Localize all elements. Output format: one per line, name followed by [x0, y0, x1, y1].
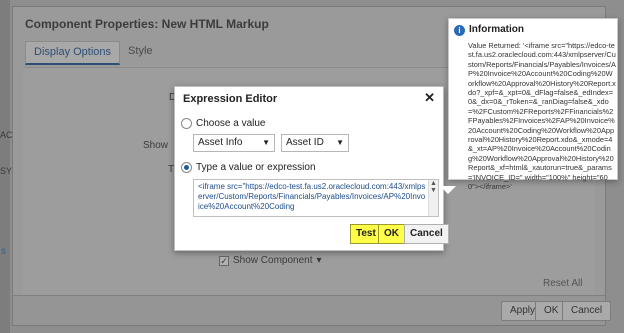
choose-value-radio[interactable] [181, 118, 192, 129]
expression-text: <iframe src="https://edco-test.fa.us2.or… [198, 182, 426, 211]
ok-button[interactable]: OK [378, 224, 405, 244]
dropdown-arrow-icon: ▼ [336, 138, 344, 147]
cancel-button[interactable]: Cancel [404, 224, 449, 244]
reset-all-button[interactable]: Reset All [543, 278, 582, 289]
information-popup: i Information Value Returned: '<iframe s… [448, 18, 618, 191]
asset-info-select[interactable]: Asset Info ▼ [193, 134, 275, 152]
component-properties-footer: Apply OK Cancel [13, 295, 612, 325]
component-properties-title: Component Properties: New HTML Markup [25, 17, 269, 31]
information-text: Value Returned: '<iframe src="https://ed… [468, 41, 616, 192]
chevron-down-icon[interactable]: ▾ [317, 255, 322, 266]
popup-pointer-arrow [440, 186, 456, 194]
choose-value-label: Choose a value [196, 118, 266, 129]
tab-display-options[interactable]: Display Options [25, 41, 121, 65]
show-component-label: Show Component [233, 255, 313, 266]
asset-id-select-value: Asset ID [286, 137, 324, 148]
asset-id-select[interactable]: Asset ID ▼ [281, 134, 349, 152]
background-tab-s[interactable]: s [1, 246, 6, 257]
expression-editor-title: Expression Editor [183, 93, 278, 105]
tab-style[interactable]: Style [120, 41, 160, 65]
type-value-label: Type a value or expression [196, 162, 316, 173]
show-label: Show [143, 140, 169, 151]
dropdown-arrow-icon: ▼ [262, 138, 270, 147]
asset-info-select-value: Asset Info [198, 137, 243, 148]
expression-editor-dialog: Expression Editor ✕ Choose a value Asset… [174, 86, 449, 251]
info-icon: i [454, 25, 465, 36]
show-component-checkbox[interactable]: ✓ [219, 255, 229, 266]
cancel-button[interactable]: Cancel [562, 301, 612, 321]
expression-textarea[interactable]: <iframe src="https://edco-test.fa.us2.or… [193, 179, 439, 217]
close-icon[interactable]: ✕ [424, 90, 435, 106]
show-component-row[interactable]: ✓ Show Component ▾ [219, 255, 322, 266]
information-title: Information [469, 24, 524, 35]
component-properties-tabs: Display Options Style [25, 41, 161, 65]
type-value-radio[interactable] [181, 162, 192, 173]
expression-scrollbar[interactable]: ▲ ▼ [428, 180, 438, 216]
